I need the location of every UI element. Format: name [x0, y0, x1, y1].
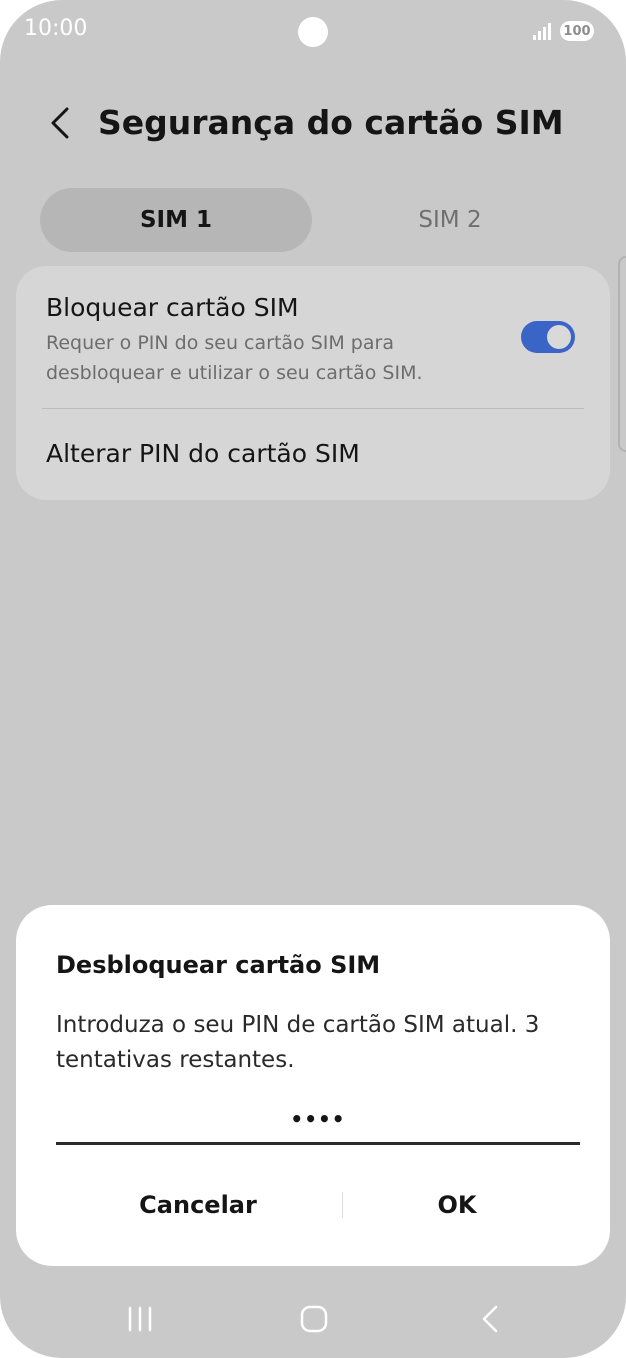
- change-sim-pin-item[interactable]: Alterar PIN do cartão SIM: [46, 438, 360, 470]
- battery-level: 100: [563, 23, 591, 39]
- dialog-message: Introduza o seu PIN de cartão SIM atual.…: [56, 1012, 540, 1073]
- recent-apps-icon: [128, 1306, 152, 1332]
- tab-sim-1-label: SIM 1: [139, 207, 213, 233]
- lock-sim-toggle[interactable]: [521, 321, 575, 353]
- cancel-button[interactable]: Cancelar: [73, 1177, 323, 1233]
- phone-screen: 10:00 100 Segurança do cartão SIM SIM 1 …: [0, 0, 626, 1358]
- signal-icon: [533, 23, 551, 40]
- back-icon: [482, 1305, 498, 1333]
- tab-sim-1[interactable]: SIM 1: [40, 188, 312, 252]
- nav-back-button[interactable]: [460, 1296, 520, 1342]
- lock-sim-description: Requer o PIN do seu cartão SIM para desb…: [46, 332, 423, 384]
- status-time: 10:00: [24, 16, 88, 41]
- divider: [42, 408, 584, 409]
- status-icons: 100: [532, 20, 594, 42]
- sim-settings-card: Bloquear cartão SIM Requer o PIN do seu …: [16, 266, 610, 500]
- dialog-title: Desbloquear cartão SIM: [56, 951, 381, 979]
- unlock-sim-dialog: Desbloquear cartão SIM Introduza o seu P…: [16, 905, 610, 1266]
- recent-apps-button[interactable]: [110, 1296, 170, 1342]
- home-button[interactable]: [284, 1296, 344, 1342]
- tab-sim-2-label: SIM 2: [418, 207, 482, 233]
- tab-sim-2[interactable]: SIM 2: [314, 188, 586, 252]
- ok-button[interactable]: OK: [332, 1177, 582, 1233]
- toggle-knob: [547, 325, 571, 349]
- battery-icon: 100: [560, 21, 594, 41]
- home-icon: [300, 1305, 328, 1333]
- pin-input[interactable]: [56, 1095, 580, 1145]
- chevron-left-icon: [51, 107, 69, 139]
- lock-sim-title[interactable]: Bloquear cartão SIM: [46, 292, 299, 324]
- edge-panel-handle[interactable]: [618, 256, 626, 452]
- back-button[interactable]: [40, 100, 80, 146]
- front-camera: [298, 17, 328, 47]
- page-title: Segurança do cartão SIM: [98, 103, 564, 142]
